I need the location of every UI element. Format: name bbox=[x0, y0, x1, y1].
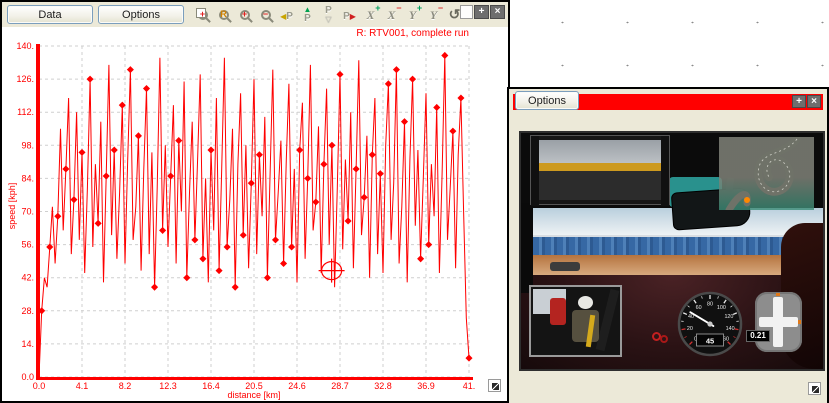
svg-text:14.: 14. bbox=[21, 339, 34, 349]
pit-wall bbox=[536, 163, 664, 171]
next-point-button[interactable]: P▶ bbox=[339, 5, 360, 25]
previous-point-button[interactable]: ◀P bbox=[276, 5, 297, 25]
svg-text:98.: 98. bbox=[21, 140, 34, 150]
track-map-path bbox=[719, 137, 814, 210]
rear-pillar bbox=[661, 136, 669, 206]
speedometer-gauge: 02040608010012014016045 bbox=[674, 288, 746, 360]
close-window-button[interactable]: × bbox=[807, 95, 821, 108]
svg-text:140: 140 bbox=[726, 326, 735, 332]
zoom-reset-icon: R bbox=[219, 10, 229, 20]
zoom-in-button[interactable]: + bbox=[234, 5, 255, 25]
svg-text:20: 20 bbox=[687, 326, 693, 332]
driver-helmet bbox=[578, 296, 593, 309]
zoom-out-icon: − bbox=[261, 10, 271, 20]
y-plus-icon: Y+ bbox=[409, 7, 416, 23]
car-position-dot bbox=[744, 197, 750, 203]
point-up-button[interactable]: ▲P bbox=[297, 5, 318, 25]
data-button[interactable]: Data bbox=[7, 5, 93, 24]
onboard-video-feed: 02040608010012014016045 0.21 bbox=[519, 131, 825, 371]
rear-pillar bbox=[531, 136, 539, 206]
y-axis-title: speed [kph] bbox=[7, 169, 17, 243]
refresh-icon: ↺ bbox=[449, 6, 461, 23]
svg-text:126.: 126. bbox=[16, 74, 34, 84]
next-point-icon: P▶ bbox=[343, 7, 356, 22]
chart-toolbar: Data Options + R + − ◀P ▲P P▽ P▶ X+ X− Y… bbox=[2, 2, 508, 27]
roll-cage bbox=[596, 289, 620, 351]
point-down-button[interactable]: P▽ bbox=[318, 5, 339, 25]
gforce-indicator: 0.21 bbox=[755, 292, 802, 352]
gforce-tick bbox=[776, 293, 780, 296]
y-shrink-button[interactable]: Y− bbox=[423, 5, 444, 25]
a-pillar bbox=[521, 203, 533, 293]
close-window-button[interactable]: × bbox=[490, 5, 505, 19]
dash-vent bbox=[550, 262, 580, 271]
video-window: Options + × bbox=[507, 87, 829, 403]
pin-button[interactable] bbox=[460, 5, 473, 19]
zoom-in-icon: + bbox=[240, 10, 250, 20]
x-shrink-button[interactable]: X− bbox=[381, 5, 402, 25]
point-down-icon: P▽ bbox=[325, 6, 332, 24]
zoom-box-icon: + bbox=[198, 10, 208, 20]
svg-text:84.: 84. bbox=[21, 173, 34, 183]
move-icon: + bbox=[796, 96, 802, 107]
x-plus-icon: X+ bbox=[366, 7, 374, 23]
gforce-value: 0.21 bbox=[746, 330, 770, 342]
move-window-button[interactable]: + bbox=[792, 95, 806, 108]
chart-window: Data Options + R + − ◀P ▲P P▽ P▶ X+ X− Y… bbox=[0, 0, 510, 403]
speed-distance-chart[interactable]: 0.04.18.212.316.420.524.628.732.836.941.… bbox=[2, 38, 508, 401]
svg-text:0.0: 0.0 bbox=[21, 372, 34, 382]
zoom-box-button[interactable]: + bbox=[192, 5, 213, 25]
svg-text:112.: 112. bbox=[17, 107, 34, 117]
svg-text:60: 60 bbox=[696, 305, 702, 311]
track-map-overlay bbox=[719, 137, 814, 210]
y-minus-icon: Y− bbox=[430, 7, 437, 23]
gforce-tick bbox=[798, 320, 801, 324]
x-axis-title: distance [km] bbox=[39, 390, 469, 400]
x-minus-icon: X− bbox=[387, 7, 395, 23]
previous-point-icon: ◀P bbox=[280, 7, 293, 22]
rear-camera-inset bbox=[530, 135, 670, 205]
svg-text:56.: 56. bbox=[21, 240, 34, 250]
y-expand-button[interactable]: Y+ bbox=[402, 5, 423, 25]
window-controls: + × bbox=[460, 5, 505, 19]
zoom-reset-button[interactable]: R bbox=[213, 5, 234, 25]
svg-text:70.: 70. bbox=[21, 207, 34, 217]
grandstand bbox=[521, 235, 823, 255]
video-title-bar[interactable]: Options + × bbox=[513, 94, 823, 110]
x-expand-button[interactable]: X+ bbox=[360, 5, 381, 25]
video-options-button[interactable]: Options bbox=[515, 91, 579, 110]
move-window-button[interactable]: + bbox=[474, 5, 489, 19]
video-window-controls: + × bbox=[792, 95, 821, 108]
svg-text:45: 45 bbox=[706, 337, 714, 346]
svg-text:42.: 42. bbox=[21, 273, 34, 283]
svg-text:100: 100 bbox=[717, 305, 726, 311]
options-button[interactable]: Options bbox=[98, 5, 184, 24]
resize-grip[interactable] bbox=[488, 379, 501, 392]
driver-camera-inset bbox=[529, 285, 622, 357]
red-coil bbox=[660, 335, 668, 343]
svg-text:28.: 28. bbox=[21, 306, 34, 316]
move-icon: + bbox=[479, 6, 485, 17]
close-icon: × bbox=[495, 6, 501, 17]
svg-text:140.: 140. bbox=[16, 41, 34, 51]
svg-text:120: 120 bbox=[724, 314, 733, 320]
close-icon: × bbox=[811, 96, 817, 107]
point-up-icon: ▲P bbox=[304, 6, 312, 24]
gforce-cross-horizontal bbox=[759, 317, 798, 327]
resize-grip[interactable] bbox=[808, 382, 821, 395]
svg-text:80: 80 bbox=[707, 301, 713, 307]
rear-deck bbox=[536, 171, 664, 200]
zoom-out-button[interactable]: − bbox=[255, 5, 276, 25]
harness-pad bbox=[550, 298, 566, 325]
tool-icon-strip: + R + − ◀P ▲P P▽ P▶ X+ X− Y+ Y− ↺ bbox=[192, 4, 465, 26]
